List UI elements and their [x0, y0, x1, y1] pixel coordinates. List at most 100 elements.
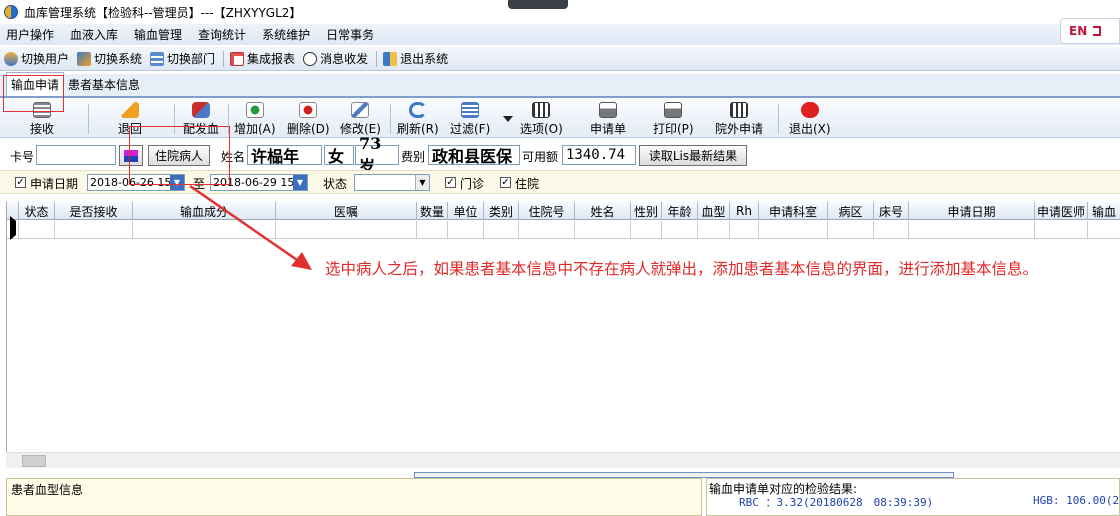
scrollbar-thumb[interactable]: [22, 455, 46, 467]
app-icon: [4, 5, 18, 19]
row-pointer-cell: [7, 216, 19, 240]
options-button[interactable]: 选项(O): [520, 102, 563, 137]
message-button[interactable]: 消息收发: [303, 50, 368, 67]
col-component[interactable]: 输血成分: [133, 202, 276, 220]
return-arrow-icon: [121, 102, 139, 118]
switch-user-button[interactable]: 切换用户: [4, 50, 69, 67]
fee-type-label: 费别: [401, 150, 426, 164]
fee-type-field[interactable]: 政和县医保: [428, 145, 520, 165]
col-quantity[interactable]: 数量: [417, 202, 448, 220]
row-pointer-icon: [10, 216, 16, 240]
col-doctor[interactable]: 申请医师: [1035, 202, 1088, 220]
report-label: 集成报表: [247, 52, 296, 66]
grid-horizontal-scrollbar[interactable]: [6, 452, 1120, 468]
exit-system-label: 退出系统: [400, 52, 449, 66]
print-button[interactable]: 打印(P): [653, 102, 694, 137]
menu-daily-affairs[interactable]: 日常事务: [326, 26, 374, 43]
balance-label: 可用额: [522, 150, 559, 164]
request-form-button[interactable]: 申请单: [590, 102, 626, 137]
blood-type-panel: 患者血型信息: [6, 478, 702, 516]
exit-system-icon: [383, 51, 398, 66]
toolbar-separator: [223, 50, 225, 67]
col-admission-no[interactable]: 住院号: [519, 202, 575, 220]
col-department[interactable]: 申请科室: [759, 202, 828, 220]
delete-icon: [299, 102, 318, 118]
switch-department-icon: [150, 51, 165, 66]
tab-patient-info[interactable]: 患者基本信息: [64, 73, 144, 96]
inpatient-label: 住院: [515, 177, 540, 191]
filter-label: 过滤(F): [450, 122, 491, 136]
col-age[interactable]: 年龄: [662, 202, 698, 220]
col-request-date[interactable]: 申请日期: [909, 202, 1035, 220]
rbc-result: RBC ：3.32(20180628 08:39:39): [739, 496, 934, 509]
refresh-button[interactable]: 刷新(R): [397, 102, 439, 137]
printer-icon: [599, 102, 617, 118]
action-separator: [390, 104, 391, 134]
col-transfusion[interactable]: 输血: [1088, 202, 1120, 220]
menu-transfusion-mgmt[interactable]: 输血管理: [134, 26, 182, 43]
col-bed[interactable]: 床号: [874, 202, 909, 220]
switch-system-icon: [77, 51, 92, 66]
language-indicator[interactable]: EN: [1060, 18, 1120, 44]
message-icon: [303, 51, 318, 66]
blood-type-label: 患者血型信息: [11, 483, 84, 497]
window-drag-handle[interactable]: [508, 0, 568, 9]
outside-request-button[interactable]: 院外申请: [715, 102, 763, 137]
options-label: 选项(O): [520, 122, 563, 136]
delete-button[interactable]: 删除(D): [287, 102, 330, 137]
outpatient-checkbox[interactable]: ✓: [445, 177, 456, 188]
col-status[interactable]: 状态: [19, 202, 55, 220]
exit-system-button[interactable]: 退出系统: [383, 50, 448, 67]
table-row[interactable]: [7, 216, 1120, 240]
switch-department-button[interactable]: 切换部门: [150, 50, 215, 67]
col-blood-type[interactable]: 血型: [698, 202, 730, 220]
col-unit[interactable]: 单位: [448, 202, 484, 220]
switch-department-label: 切换部门: [167, 52, 216, 66]
language-label: EN: [1069, 24, 1088, 38]
grid-header: 状态 是否接收 输血成分 医嘱 数量 单位 类别 住院号 姓名 性别 年龄 血型…: [7, 202, 1120, 220]
col-sex[interactable]: 性别: [631, 202, 662, 220]
quit-label: 退出(X): [789, 122, 831, 136]
hgb-result: HGB: 106.00(2: [1033, 494, 1120, 507]
receive-label: 接收: [30, 122, 55, 136]
col-name[interactable]: 姓名: [575, 202, 631, 220]
patient-sex-field[interactable]: 女: [324, 145, 354, 166]
filter-button[interactable]: 过滤(F): [450, 102, 490, 137]
switch-system-button[interactable]: 切换系统: [77, 50, 142, 67]
patient-name-field[interactable]: 许榀年: [247, 145, 322, 166]
switch-user-label: 切换用户: [21, 52, 70, 66]
status-select[interactable]: ▼: [354, 174, 430, 191]
options-icon: [532, 102, 551, 118]
calendar-dropdown-icon[interactable]: ▼: [293, 175, 307, 190]
edit-button[interactable]: 修改(E): [340, 102, 381, 137]
col-category[interactable]: 类别: [484, 202, 519, 220]
inpatient-checkbox[interactable]: ✓: [500, 177, 511, 188]
date-checkbox[interactable]: ✓: [15, 177, 26, 188]
switch-user-icon: [4, 51, 18, 66]
col-received[interactable]: 是否接收: [55, 202, 133, 220]
menu-user-ops[interactable]: 用户操作: [6, 26, 54, 43]
menu-blood-inbound[interactable]: 血液入库: [70, 26, 118, 43]
read-lis-button[interactable]: 读取Lis最新结果: [639, 145, 747, 166]
patient-age-field[interactable]: 73岁: [355, 134, 399, 176]
card-number-input[interactable]: [36, 145, 116, 165]
col-ward[interactable]: 病区: [828, 202, 874, 220]
col-rh[interactable]: Rh: [730, 202, 759, 220]
toolbar-separator: [376, 50, 378, 67]
menu-system-maint[interactable]: 系统维护: [262, 26, 310, 43]
menu-query-stats[interactable]: 查询统计: [198, 26, 246, 43]
balance-field[interactable]: 1340.74: [562, 145, 636, 165]
col-order[interactable]: 医嘱: [276, 202, 417, 220]
report-button[interactable]: 集成报表: [230, 50, 295, 67]
print-label: 打印(P): [653, 122, 694, 136]
status-label: 状态: [323, 177, 348, 191]
quit-button[interactable]: 退出(X): [789, 102, 831, 137]
print-icon: [664, 102, 683, 118]
request-grid[interactable]: 状态 是否接收 输血成分 医嘱 数量 单位 类别 住院号 姓名 性别 年龄 血型…: [6, 202, 1120, 468]
card-label: 卡号: [10, 150, 35, 164]
chevron-down-icon[interactable]: ▼: [415, 175, 429, 190]
add-button[interactable]: 增加(A): [234, 102, 276, 137]
lab-results-panel: 输血申请单对应的检验结果: RBC ：3.32(20180628 08:39:3…: [706, 478, 1120, 516]
filter-dropdown-arrow[interactable]: [503, 116, 513, 122]
blood-bag-icon: [192, 102, 210, 118]
